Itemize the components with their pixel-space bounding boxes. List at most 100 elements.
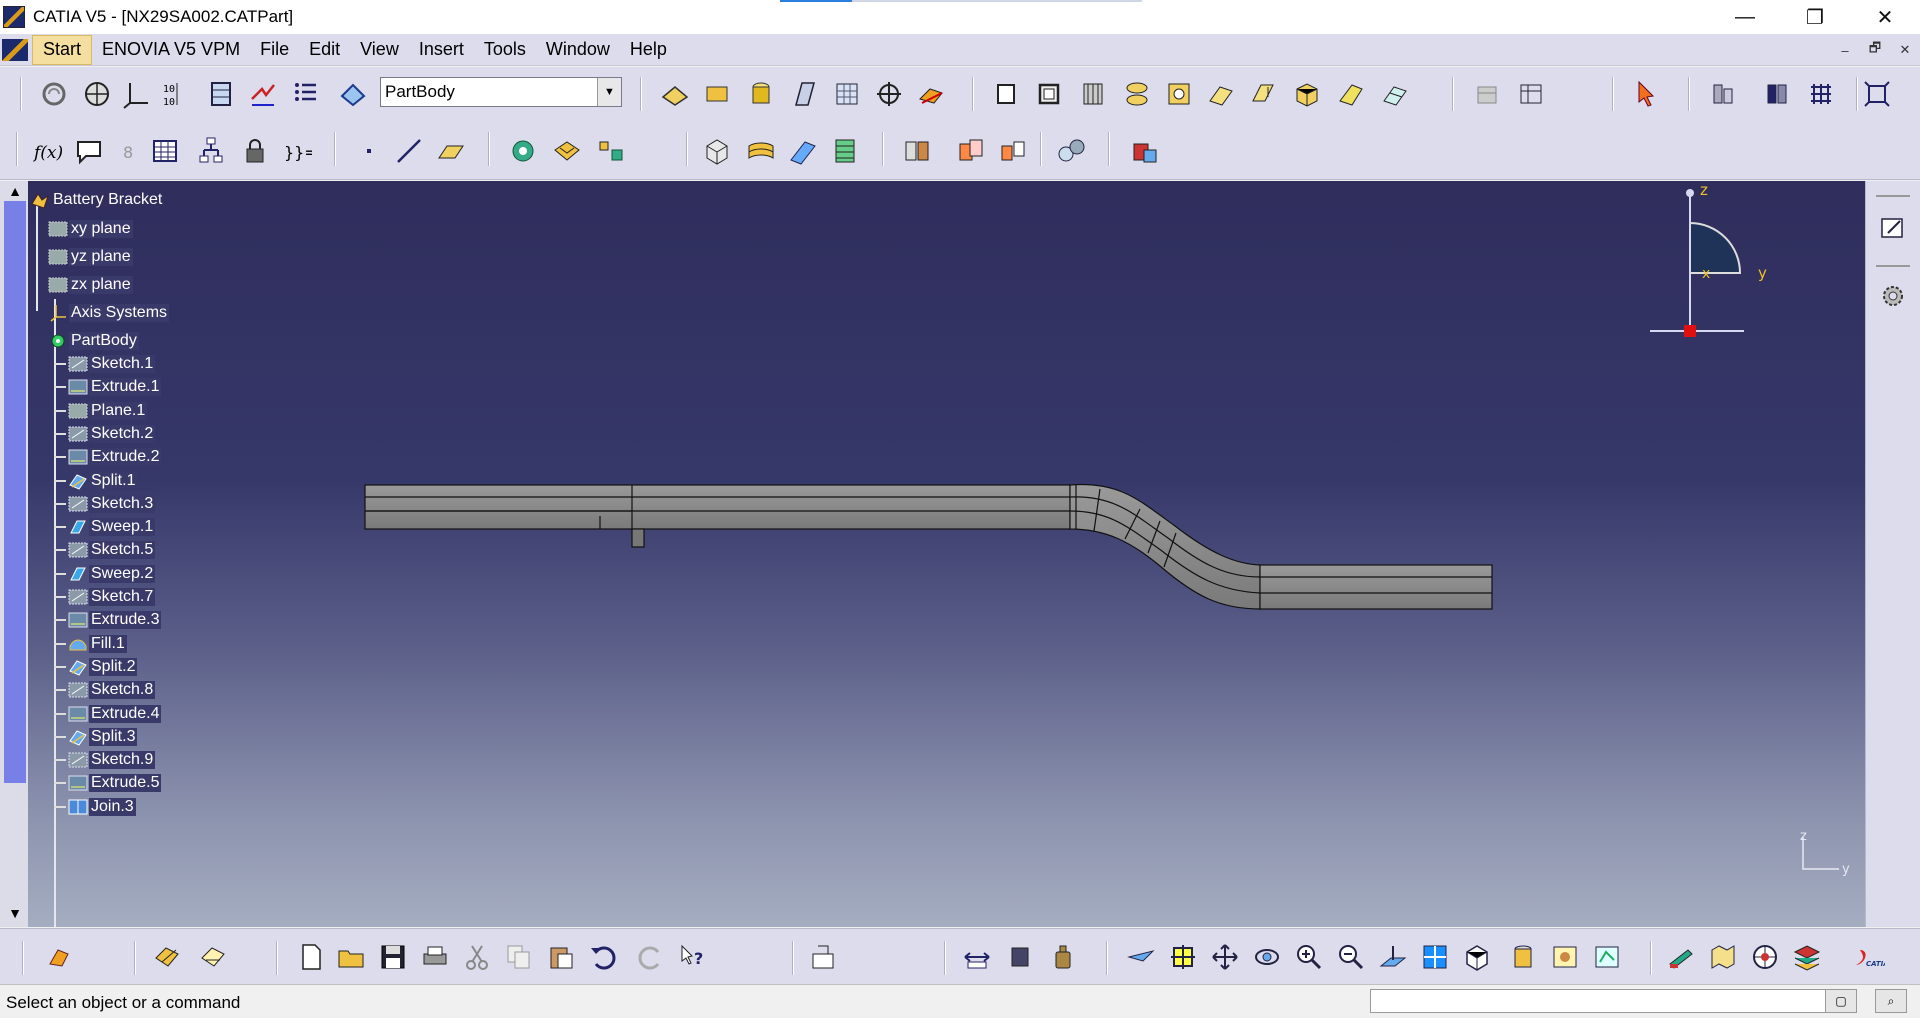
menu-view[interactable]: View [350, 35, 409, 65]
pan-icon[interactable] [1208, 940, 1242, 974]
table-analysis-icon[interactable] [1514, 77, 1548, 111]
formula-icon[interactable]: f(x) [30, 134, 64, 168]
extrapolate-icon[interactable] [1246, 77, 1280, 111]
command-input[interactable] [1370, 989, 1840, 1013]
menu-file[interactable]: File [250, 35, 299, 65]
developed-icon[interactable] [828, 134, 862, 168]
chevron-down-icon[interactable]: ▼ [597, 78, 621, 106]
constraints-icon[interactable] [246, 77, 280, 111]
split-surface-icon[interactable] [914, 77, 948, 111]
menu-enovia[interactable]: ENOVIA V5 VPM [92, 35, 250, 65]
multi-result-icon[interactable] [900, 134, 934, 168]
swap-space-icon[interactable] [1590, 940, 1624, 974]
multi-section-icon[interactable] [1076, 77, 1110, 111]
sketch-positioned-icon[interactable] [196, 940, 230, 974]
compass-widget[interactable]: z x y [1640, 181, 1800, 366]
rotate-icon[interactable] [1250, 940, 1284, 974]
multi-view-icon[interactable] [1418, 940, 1452, 974]
fill-surface-icon[interactable] [830, 77, 864, 111]
analysis-grey-icon[interactable] [1470, 77, 1504, 111]
menu-start[interactable]: Start [32, 34, 93, 65]
lock-icon[interactable] [238, 134, 272, 168]
cylinder-surface-icon[interactable] [744, 77, 778, 111]
render-icon[interactable] [1128, 134, 1162, 168]
axis-system-icon[interactable] [120, 77, 154, 111]
doc-restore-button[interactable]: 🗗 [1864, 40, 1886, 60]
print-icon[interactable] [418, 940, 452, 974]
point-dot-icon[interactable] [352, 134, 386, 168]
zoom-in-icon[interactable] [1292, 940, 1326, 974]
measure-inertia-icon[interactable] [1004, 940, 1038, 974]
shape-fillet-icon[interactable] [1334, 77, 1368, 111]
edit-link-icon[interactable] [806, 940, 840, 974]
plane-tool-icon[interactable] [434, 134, 468, 168]
sketch-plane-icon[interactable] [150, 940, 184, 974]
knowledge-advisor-icon[interactable] [72, 134, 106, 168]
undo-icon[interactable] [586, 940, 620, 974]
close-button[interactable]: ✕ [1850, 0, 1920, 34]
boolean-add-icon[interactable] [700, 134, 734, 168]
doc-close-button[interactable]: ✕ [1894, 40, 1916, 60]
layer-stack-icon[interactable] [1790, 940, 1824, 974]
menu-tools[interactable]: Tools [474, 35, 536, 65]
save-icon[interactable] [376, 940, 410, 974]
extrude-surface-icon[interactable] [658, 77, 692, 111]
paste-icon[interactable] [544, 940, 578, 974]
menu-edit[interactable]: Edit [299, 35, 350, 65]
zoom-out-icon[interactable] [1334, 940, 1368, 974]
whats-this-icon[interactable]: ? [676, 940, 710, 974]
normal-view-icon[interactable] [1376, 940, 1410, 974]
doc-minimize-button[interactable]: – [1834, 40, 1856, 60]
update-icon[interactable] [37, 77, 71, 111]
surfaces-stack-icon[interactable] [744, 134, 778, 168]
menu-help[interactable]: Help [620, 35, 677, 65]
define-in-work-object-icon[interactable] [336, 77, 370, 111]
fly-mode-icon[interactable] [1124, 940, 1158, 974]
instantiate-icon[interactable] [594, 134, 628, 168]
iso-view-icon[interactable] [1460, 940, 1494, 974]
exit-workbench-icon[interactable] [42, 940, 76, 974]
measure-item-icon[interactable] [1760, 77, 1794, 111]
sweep-surface-icon[interactable] [788, 77, 822, 111]
translate-icon[interactable] [996, 134, 1030, 168]
redo-icon[interactable] [634, 940, 668, 974]
fit-all-in-icon[interactable] [1166, 940, 1200, 974]
document-icon[interactable] [2, 38, 28, 61]
list-features-icon[interactable] [290, 77, 324, 111]
relations-icon[interactable] [194, 134, 228, 168]
minimize-button[interactable]: — [1710, 0, 1780, 34]
cut-icon[interactable] [460, 940, 494, 974]
formula-table-icon[interactable]: 10 10 [158, 77, 192, 111]
blend-surface-icon[interactable] [1120, 77, 1154, 111]
menu-window[interactable]: Window [536, 35, 620, 65]
offset-icon[interactable] [990, 77, 1024, 111]
grid-icon[interactable] [1804, 77, 1838, 111]
apply-material-icon[interactable] [1664, 940, 1698, 974]
measure-between-icon[interactable] [1706, 77, 1740, 111]
join-icon[interactable] [1378, 77, 1412, 111]
map-analysis-icon[interactable] [1706, 940, 1740, 974]
point-icon[interactable] [872, 77, 906, 111]
open-folder-icon[interactable] [334, 940, 368, 974]
revolve-surface-icon[interactable] [700, 77, 734, 111]
select-arrow-icon[interactable] [1630, 77, 1664, 111]
compass-tool-icon[interactable] [1748, 940, 1782, 974]
restore-button[interactable]: ❐ [1780, 0, 1850, 34]
power-copy-icon[interactable] [506, 134, 540, 168]
thick-surface-icon[interactable] [1032, 77, 1066, 111]
sketch-tool-icon[interactable] [1876, 211, 1910, 245]
work-object-select[interactable]: PartBody ▼ [380, 77, 622, 107]
scaling-icon[interactable] [954, 134, 988, 168]
law-icon[interactable]: 8 [112, 134, 146, 168]
sphere-pair-icon[interactable] [1054, 134, 1088, 168]
hole-icon[interactable] [1162, 77, 1196, 111]
menu-insert[interactable]: Insert [409, 35, 474, 65]
solid-box-icon[interactable] [1290, 77, 1324, 111]
settings-gear-icon[interactable] [1876, 279, 1910, 313]
catalog-icon[interactable] [550, 134, 584, 168]
part-geometry[interactable] [0, 181, 1865, 927]
command-list-button[interactable]: ▢ [1825, 989, 1857, 1013]
shading-icon[interactable] [1506, 940, 1540, 974]
measure-distance-icon[interactable] [960, 940, 994, 974]
sketcher-grid-icon[interactable] [80, 77, 114, 111]
